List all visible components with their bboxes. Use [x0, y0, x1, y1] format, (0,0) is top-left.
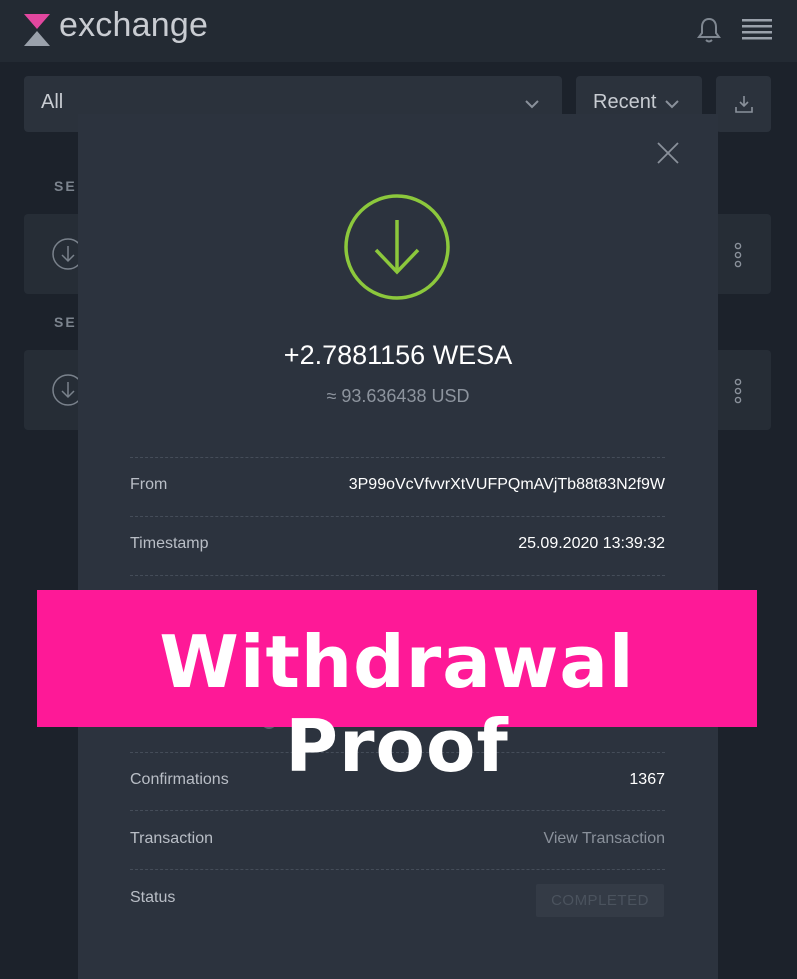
withdrawal-proof-banner: Withdrawal Proof [37, 590, 757, 788]
timestamp-value: 25.09.2020 13:39:32 [518, 535, 665, 552]
banner-text: Withdrawal Proof [159, 620, 635, 788]
chevron-down-icon [525, 100, 539, 109]
divider [130, 810, 665, 811]
deposit-arrow-circle-icon [344, 194, 450, 300]
vertical-dots-icon[interactable] [732, 242, 744, 268]
from-label: From [130, 476, 168, 493]
status-badge: COMPLETED [536, 884, 664, 917]
divider [130, 869, 665, 870]
download-tray-icon [735, 96, 753, 113]
bell-icon[interactable] [696, 16, 722, 44]
divider [130, 457, 665, 458]
transaction-amount: +2.7881156 WESA [283, 340, 513, 370]
exchange-logo-icon [24, 14, 50, 46]
transaction-label: Transaction [130, 830, 213, 847]
section-label: SE [54, 178, 77, 194]
timestamp-label: Timestamp [130, 535, 209, 552]
hamburger-menu-icon[interactable] [742, 18, 772, 40]
usd-equivalent: ≈ 93.636438 USD [326, 386, 470, 406]
type-filter-value: All [41, 91, 64, 113]
top-bar: exchange [0, 0, 797, 62]
from-address: 3P99oVcVfvvrXtVUFPQmAVjTb88t83N2f9W [348, 476, 665, 493]
export-button[interactable] [716, 76, 771, 132]
transaction-details-modal: +2.7881156 WESA ≈ 93.636438 USD From 3P9… [78, 114, 718, 979]
close-icon[interactable] [656, 141, 680, 165]
status-label: Status [130, 889, 176, 906]
view-transaction-link[interactable]: View Transaction [543, 830, 665, 848]
vertical-dots-icon[interactable] [732, 378, 744, 404]
divider [130, 575, 665, 576]
app-name: exchange [59, 6, 209, 44]
section-label: SE [54, 314, 77, 330]
divider [130, 516, 665, 517]
chevron-down-icon [665, 100, 679, 109]
sort-filter-value: Recent [593, 91, 657, 113]
